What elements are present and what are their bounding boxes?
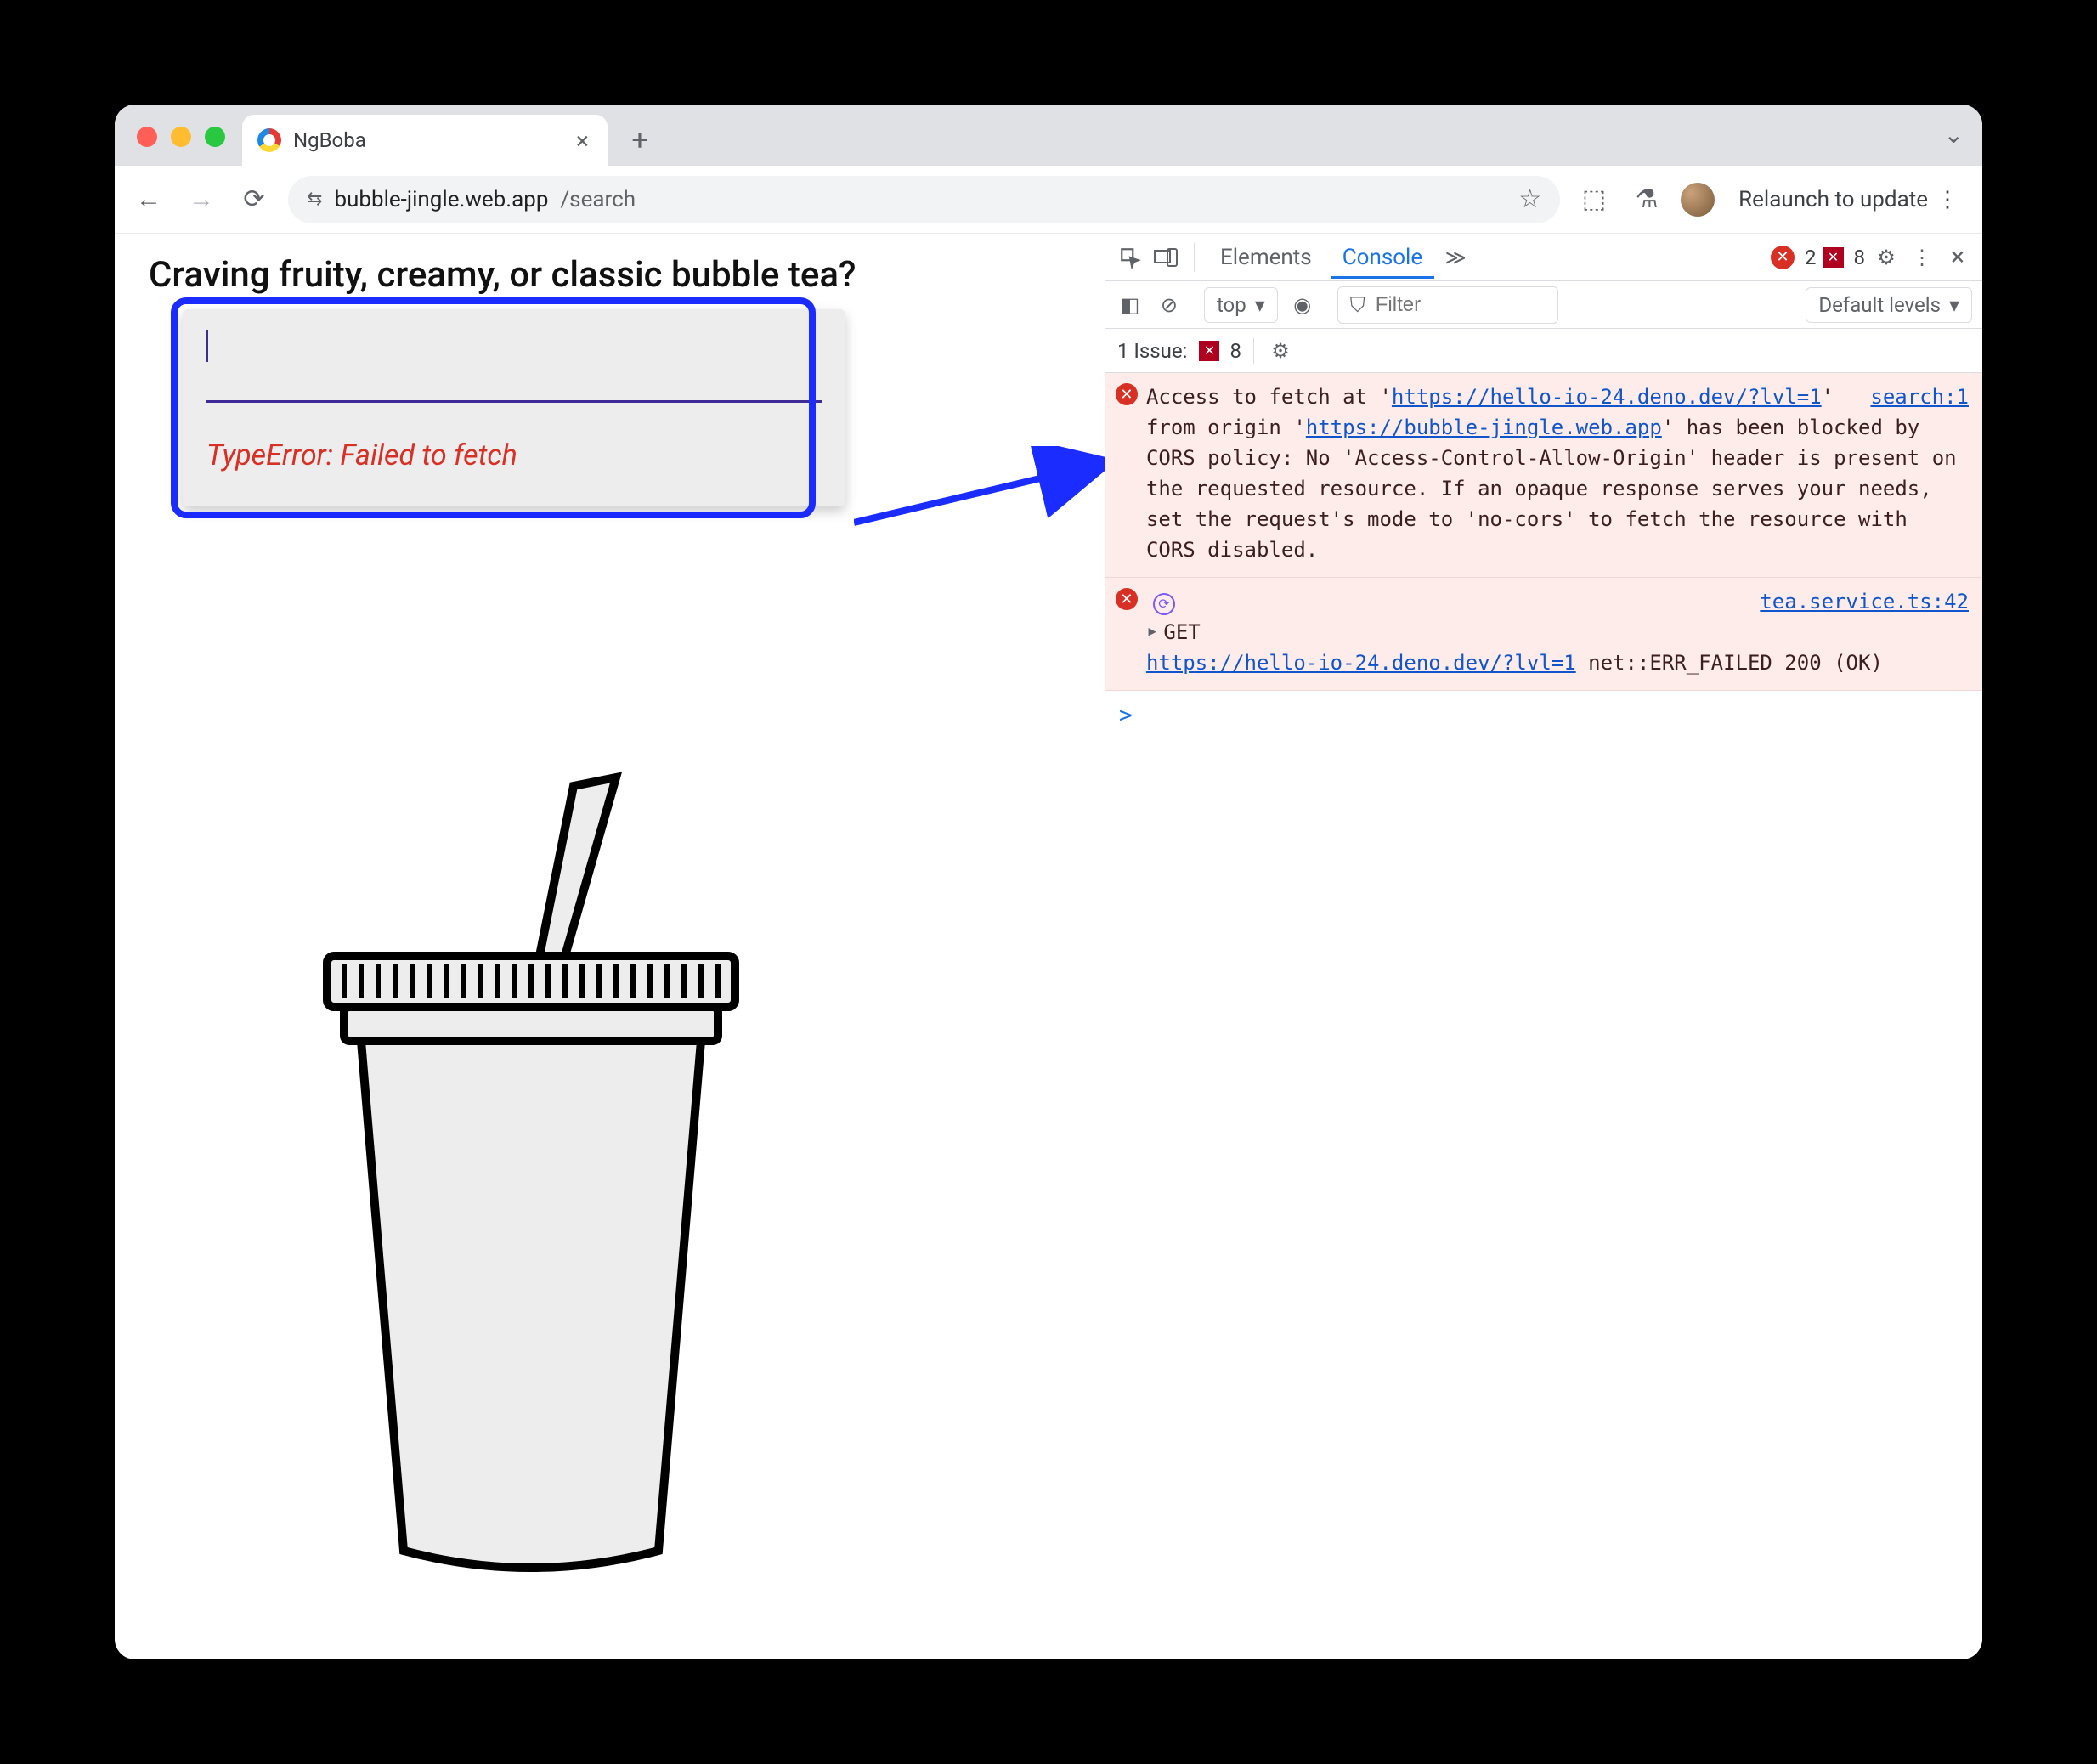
devtools-tab-bar: Elements Console ≫ ✕2 ✕8 ⚙ ⋮ × — [1105, 234, 1982, 281]
boba-cup-illustration — [268, 760, 794, 1593]
console-toolbar: ◧ ⊘ top ▾ ◉ ⛉ Default levels ▾ — [1105, 281, 1982, 329]
error-icon: ✕ — [1116, 588, 1138, 610]
clear-console-icon[interactable]: ⊘ — [1155, 291, 1184, 319]
search-card: TypeError: Failed to fetch — [183, 309, 845, 506]
reload-button[interactable]: ⟳ — [235, 181, 273, 218]
maximize-window-button[interactable] — [205, 127, 225, 147]
profile-avatar[interactable] — [1681, 183, 1715, 217]
tab-title: NgBoba — [293, 128, 366, 152]
request-url-link[interactable]: https://hello-io-24.deno.dev/?lvl=1 — [1146, 651, 1576, 675]
search-input[interactable] — [206, 362, 822, 403]
forward-button[interactable]: → — [183, 181, 220, 218]
back-button[interactable]: ← — [130, 181, 167, 218]
close-tab-icon[interactable]: × — [576, 127, 589, 155]
devtools-panel: Elements Console ≫ ✕2 ✕8 ⚙ ⋮ × ◧ ⊘ top ▾… — [1105, 234, 1982, 1659]
log-levels-selector[interactable]: Default levels ▾ — [1806, 287, 1972, 323]
devtools-close-icon[interactable]: × — [1943, 243, 1972, 272]
browser-toolbar: ← → ⟳ ⇆ bubble-jingle.web.app/search ☆ ⬚… — [115, 166, 1982, 234]
console-messages: ✕ search:1 Access to fetch at 'https://h… — [1105, 373, 1982, 741]
console-prompt[interactable]: > — [1105, 691, 1982, 741]
minimize-window-button[interactable] — [171, 127, 191, 147]
close-window-button[interactable] — [137, 127, 157, 147]
context-selector[interactable]: top ▾ — [1204, 287, 1278, 323]
chevron-down-icon: ▾ — [1949, 293, 1959, 317]
tab-console[interactable]: Console — [1331, 236, 1434, 279]
live-expression-eye-icon[interactable]: ◉ — [1288, 291, 1317, 319]
toggle-sidebar-icon[interactable]: ◧ — [1116, 291, 1145, 319]
relaunch-label: Relaunch to update — [1738, 187, 1928, 212]
console-filter[interactable]: ⛉ — [1337, 286, 1558, 324]
more-tabs-icon[interactable]: ≫ — [1441, 243, 1470, 272]
url-host: bubble-jingle.web.app — [334, 187, 548, 212]
reload-badge-icon: ⟳ — [1153, 593, 1175, 615]
expand-triangle-icon[interactable]: ▸ — [1146, 615, 1158, 646]
fetch-url-link[interactable]: https://hello-io-24.deno.dev/?lvl=1 — [1392, 385, 1822, 409]
page-viewport: Craving fruity, creamy, or classic bubbl… — [115, 234, 1105, 1659]
warning-count[interactable]: ✕8 — [1823, 246, 1866, 269]
page-heading: Craving fruity, creamy, or classic bubbl… — [149, 254, 1105, 296]
error-icon: ✕ — [1116, 383, 1138, 405]
issues-bar[interactable]: 1 Issue: ✕8 ⚙ — [1105, 329, 1982, 373]
address-bar[interactable]: ⇆ bubble-jingle.web.app/search ☆ — [288, 176, 1560, 223]
new-tab-button[interactable]: + — [616, 116, 664, 164]
console-error-cors[interactable]: ✕ search:1 Access to fetch at 'https://h… — [1105, 373, 1982, 578]
fetch-error-text: TypeError: Failed to fetch — [206, 438, 822, 472]
tab-elements[interactable]: Elements — [1208, 236, 1324, 279]
site-info-icon[interactable]: ⇆ — [307, 189, 322, 210]
labs-flask-icon[interactable]: ⚗ — [1628, 181, 1665, 218]
window-controls — [137, 127, 225, 147]
browser-window: NgBoba × + ⌄ ← → ⟳ ⇆ bubble-jingle.web.a… — [115, 105, 1982, 1659]
kebab-menu-icon[interactable]: ⋮ — [1936, 187, 1959, 212]
source-link[interactable]: search:1 — [1870, 382, 1969, 412]
settings-gear-icon[interactable]: ⚙ — [1872, 243, 1901, 272]
browser-tab[interactable]: NgBoba × — [242, 115, 608, 166]
devtools-kebab-icon[interactable]: ⋮ — [1908, 243, 1936, 272]
filter-input[interactable] — [1374, 292, 1518, 318]
console-error-net[interactable]: ✕ tea.service.ts:42⟳ ▸GET https://hello-… — [1105, 578, 1982, 691]
annotation-arrow-icon — [854, 446, 1105, 548]
error-count[interactable]: ✕2 — [1771, 246, 1817, 269]
relaunch-button[interactable]: Relaunch to update ⋮ — [1730, 187, 1967, 212]
extensions-icon[interactable]: ⬚ — [1575, 181, 1613, 218]
issues-label: 1 Issue: — [1117, 339, 1188, 363]
tab-strip: NgBoba × + ⌄ — [115, 105, 1982, 166]
url-path: /search — [560, 187, 636, 212]
filter-funnel-icon: ⛉ — [1350, 293, 1365, 317]
text-cursor — [206, 330, 208, 362]
issues-count: 8 — [1229, 339, 1241, 363]
issues-gear-icon[interactable]: ⚙ — [1266, 336, 1295, 365]
origin-url-link[interactable]: https://bubble-jingle.web.app — [1306, 416, 1662, 439]
tab-overflow-icon[interactable]: ⌄ — [1944, 121, 1964, 149]
content-split: Craving fruity, creamy, or classic bubbl… — [115, 234, 1982, 1659]
device-toolbar-icon[interactable] — [1151, 243, 1180, 272]
chevron-down-icon: ▾ — [1255, 293, 1265, 317]
inspect-element-icon[interactable] — [1116, 243, 1145, 272]
bookmark-star-icon[interactable]: ☆ — [1518, 184, 1541, 214]
source-link[interactable]: tea.service.ts:42 — [1760, 586, 1969, 617]
angular-favicon-icon — [257, 128, 281, 152]
